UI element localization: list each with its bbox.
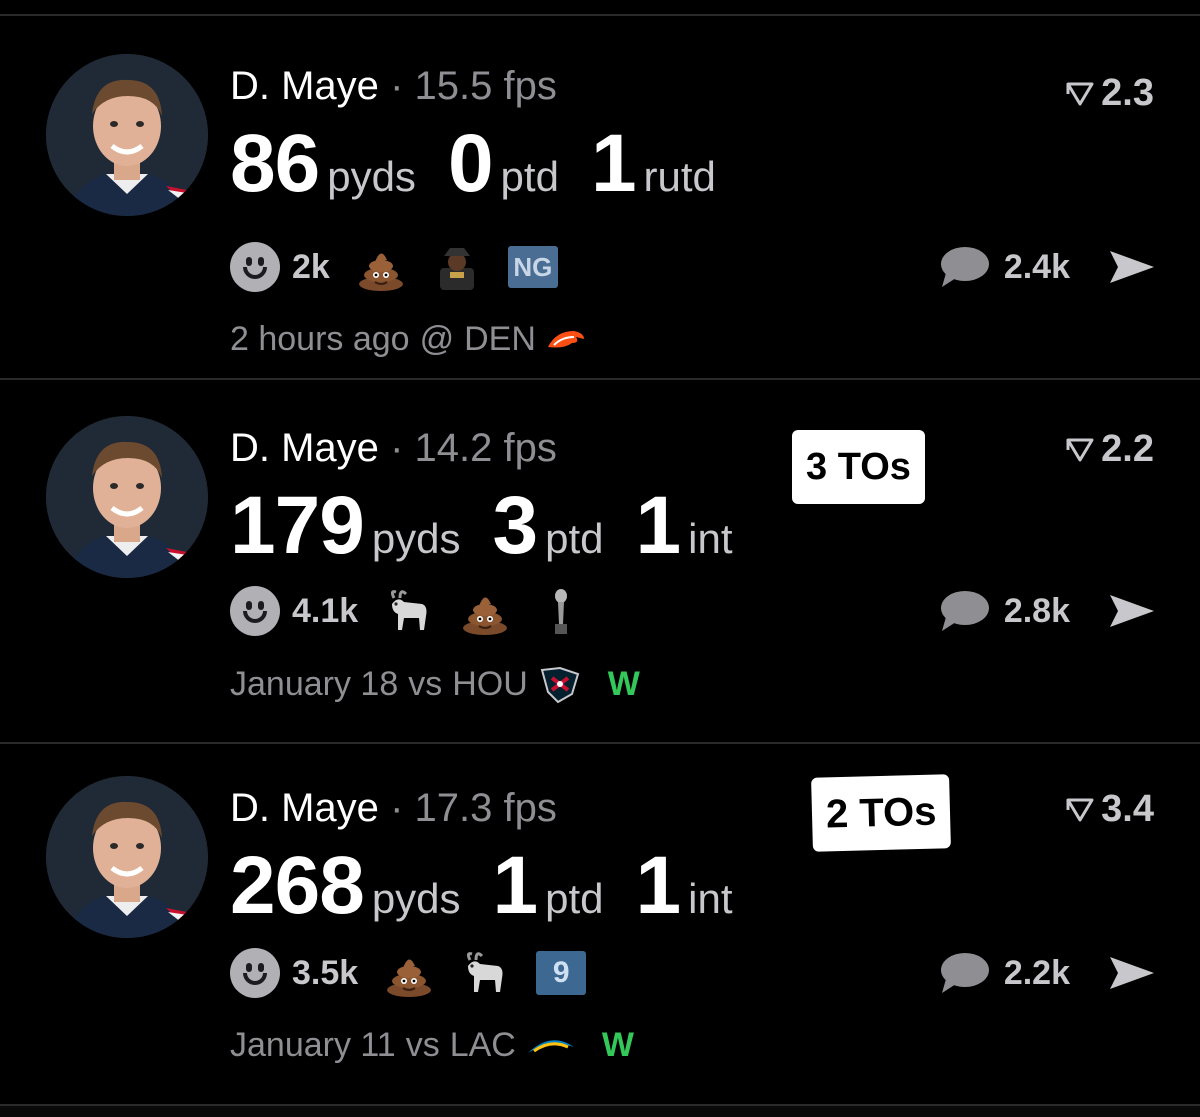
- opponent-name: HOU: [452, 664, 528, 703]
- stat-unit: rutd: [643, 153, 716, 200]
- ng-badge-icon[interactable]: NG: [507, 246, 558, 288]
- feed-card[interactable]: D. Maye · 15.5 fps 2.3 86 pyds 0 ptd 1 r…: [0, 18, 1200, 380]
- bottom-divider: [0, 1104, 1200, 1117]
- game-meta: January 11 vs LAC W: [230, 1026, 634, 1065]
- turnover-badge: 2 TOs: [811, 774, 952, 852]
- separator: ·: [390, 64, 404, 108]
- stat-value: 1: [590, 118, 637, 209]
- share-send-icon[interactable]: [1106, 591, 1158, 631]
- venue-indicator: vs: [405, 1026, 440, 1064]
- game-result: W: [607, 664, 640, 703]
- fps-score: 17.3 fps: [414, 786, 557, 830]
- top-divider: [0, 0, 1200, 16]
- triangle-flag-icon: [1066, 438, 1094, 461]
- card-headline: D. Maye · 15.5 fps: [230, 62, 557, 110]
- poop-emoji-icon[interactable]: [460, 586, 510, 636]
- comment-bubble-icon: [940, 591, 989, 631]
- player-avatar[interactable]: [46, 416, 208, 578]
- triangle-flag-icon: [1066, 82, 1094, 105]
- fps-score: 14.2 fps: [414, 426, 557, 470]
- reaction-bar: 3.5k 9: [230, 946, 587, 1000]
- stat-unit: pyds: [327, 153, 416, 200]
- stat-line: 268 pyds 1 ptd 1 int: [230, 838, 765, 934]
- rating-value: 3.4: [1101, 788, 1154, 830]
- player-avatar[interactable]: [46, 776, 208, 938]
- card-headline: D. Maye · 17.3 fps: [230, 784, 557, 832]
- game-date: 2 hours ago: [230, 320, 410, 358]
- share-send-icon[interactable]: [1106, 953, 1158, 993]
- comment-action[interactable]: 2.2k: [938, 946, 1158, 1000]
- separator: ·: [390, 426, 404, 470]
- game-meta: January 18 vs HOU W: [230, 664, 640, 704]
- comment-bubble-icon: [940, 953, 989, 993]
- feed-card[interactable]: D. Maye · 14.2 fps 3 TOs 2.2 179 pyds 3 …: [0, 382, 1200, 744]
- stat-value: 86: [230, 118, 320, 209]
- chargers-logo-icon: [527, 1039, 574, 1053]
- share-send-icon[interactable]: [1106, 247, 1158, 287]
- poop-emoji-icon[interactable]: [356, 242, 406, 292]
- stat-value: 1: [635, 480, 682, 571]
- game-date: January 11: [230, 1026, 396, 1064]
- texans-logo-icon: [540, 666, 580, 704]
- venue-indicator: vs: [408, 664, 443, 703]
- stat-value: 179: [230, 480, 365, 571]
- player-name[interactable]: D. Maye: [230, 786, 379, 830]
- trophy-icon[interactable]: [536, 586, 586, 636]
- comment-bubble-icon: [940, 247, 989, 287]
- goat-emoji-icon[interactable]: [460, 948, 510, 998]
- reaction-bar: 4.1k: [230, 584, 586, 638]
- game-meta: 2 hours ago @ DEN: [230, 320, 612, 359]
- player-name[interactable]: D. Maye: [230, 426, 379, 470]
- opponent-name: LAC: [449, 1026, 516, 1064]
- comment-action[interactable]: 2.8k: [938, 584, 1158, 638]
- rating[interactable]: 2.3: [1065, 72, 1154, 115]
- comment-action[interactable]: 2.4k: [938, 240, 1158, 294]
- stat-unit: pyds: [371, 875, 461, 922]
- reaction-count[interactable]: 3.5k: [292, 954, 358, 993]
- stat-value: 268: [230, 840, 365, 931]
- rating-value: 2.2: [1101, 428, 1154, 470]
- rating-value: 2.3: [1101, 72, 1154, 114]
- stat-value: 0: [447, 118, 494, 209]
- stat-value: 1: [492, 840, 539, 931]
- stat-value: 1: [635, 840, 682, 931]
- reaction-bar: 2k NG: [230, 240, 558, 294]
- feed-card[interactable]: D. Maye · 17.3 fps 2 TOs 3.4 268 pyds 1 …: [0, 746, 1200, 1104]
- comment-count: 2.4k: [1003, 247, 1070, 286]
- nine-badge-icon[interactable]: 9: [536, 951, 587, 995]
- stat-value: 3: [492, 480, 539, 571]
- game-result: W: [601, 1026, 634, 1064]
- stat-unit: ptd: [545, 875, 604, 922]
- rating[interactable]: 2.2: [1065, 428, 1154, 471]
- comment-count: 2.8k: [1003, 591, 1070, 630]
- opponent-name: DEN: [464, 320, 536, 358]
- reaction-count[interactable]: 2k: [292, 248, 330, 287]
- broncos-logo-icon: [547, 330, 584, 347]
- turnover-badge: 3 TOs: [792, 430, 925, 504]
- game-date: January 18: [230, 664, 399, 703]
- stat-line: 86 pyds 0 ptd 1 rutd: [230, 116, 748, 212]
- separator: ·: [390, 786, 404, 830]
- player-avatar[interactable]: [46, 54, 208, 216]
- rating[interactable]: 3.4: [1065, 788, 1154, 831]
- reaction-count[interactable]: 4.1k: [292, 592, 358, 631]
- card-headline: D. Maye · 14.2 fps: [230, 424, 557, 472]
- venue-indicator: @: [419, 320, 455, 358]
- player-name[interactable]: D. Maye: [230, 64, 379, 108]
- triangle-flag-icon: [1066, 798, 1094, 821]
- stat-unit: int: [688, 875, 733, 922]
- person-sticker-icon[interactable]: [432, 242, 482, 292]
- stat-unit: ptd: [545, 515, 604, 562]
- fps-score: 15.5 fps: [414, 64, 557, 108]
- stat-line: 179 pyds 3 ptd 1 int: [230, 478, 765, 574]
- poop-emoji-icon[interactable]: [384, 948, 434, 998]
- stat-unit: pyds: [371, 515, 461, 562]
- stat-unit: int: [688, 515, 733, 562]
- smiley-icon[interactable]: [230, 586, 280, 636]
- smiley-icon[interactable]: [230, 242, 280, 292]
- comment-count: 2.2k: [1003, 953, 1070, 992]
- goat-emoji-icon[interactable]: [384, 586, 434, 636]
- smiley-icon[interactable]: [230, 948, 280, 998]
- stat-unit: ptd: [500, 153, 559, 200]
